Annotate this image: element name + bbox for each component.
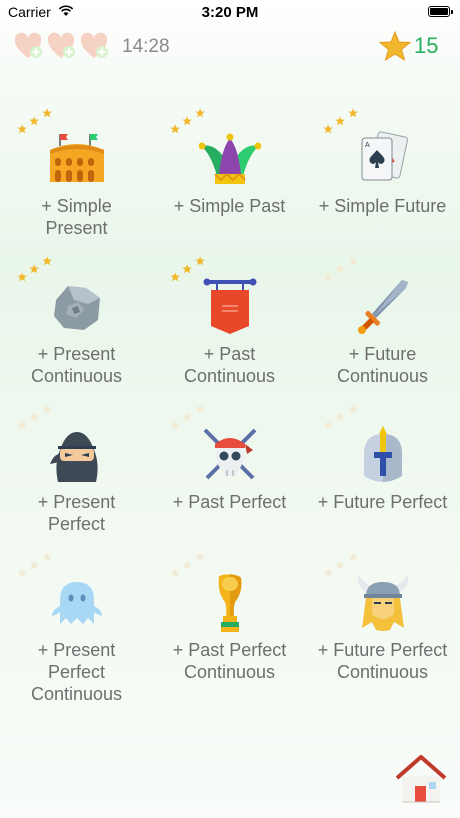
ninja-icon [50, 432, 98, 482]
lesson-present-continuous[interactable]: + Present Continuous [0, 248, 153, 396]
lesson-present-perfect[interactable]: + Present Perfect [0, 396, 153, 544]
heart-add-icon[interactable] [14, 32, 44, 60]
lesson-label: + Past Continuous [183, 344, 276, 386]
heart-add-icon[interactable] [47, 32, 77, 60]
countdown-timer: 14:28 [122, 36, 170, 57]
jester-hat-icon [199, 133, 261, 184]
lesson-present-perfect-continuous[interactable]: + Present Perfect Continuous [0, 544, 153, 704]
lesson-label: + Future Perfect [317, 492, 448, 512]
trophy-cup-icon [218, 574, 242, 632]
lesson-future-continuous[interactable]: + Future Continuous [306, 248, 459, 396]
status-bar: Carrier 3:20 PM [0, 0, 460, 24]
lesson-simple-past[interactable]: + Simple Past [153, 100, 306, 248]
knight-helmet-icon [364, 426, 402, 482]
lesson-past-perfect[interactable]: + Past Perfect [153, 396, 306, 544]
svg-text:A: A [365, 142, 370, 149]
lesson-label: + Present Perfect Continuous [30, 640, 123, 704]
game-hud: 14:28 15 [0, 30, 460, 62]
lesson-label: + Simple Future [318, 196, 447, 216]
lesson-future-perfect[interactable]: + Future Perfect [306, 396, 459, 544]
home-button-icon[interactable] [396, 754, 446, 804]
ghost-icon [52, 582, 102, 624]
lesson-label: + Present Perfect [37, 492, 116, 534]
lesson-label: + Past Perfect [172, 492, 287, 512]
lesson-past-continuous[interactable]: + Past Continuous [153, 248, 306, 396]
playing-cards-icon: A [361, 131, 408, 181]
star-score: 15 [414, 33, 439, 58]
colosseum-icon [50, 134, 104, 182]
lesson-label: + Future Continuous [336, 344, 429, 386]
lesson-label: + Past Perfect Continuous [172, 640, 287, 682]
pirate-skull-icon [203, 428, 257, 480]
lesson-label: + Simple Past [173, 196, 286, 216]
battery-icon [428, 6, 453, 17]
star-icon [379, 31, 411, 61]
rock-icon [54, 286, 100, 330]
viking-helmet-icon [357, 574, 409, 631]
lesson-future-perfect-continuous[interactable]: + Future Perfect Continuous [306, 544, 459, 692]
lesson-label: + Future Perfect Continuous [317, 640, 448, 682]
heart-add-icon[interactable] [80, 32, 110, 60]
status-time: 3:20 PM [201, 4, 259, 21]
lesson-simple-present[interactable]: + Simple Present [0, 100, 153, 248]
lesson-past-perfect-continuous[interactable]: + Past Perfect Continuous [153, 544, 306, 692]
sword-icon [358, 280, 408, 334]
lesson-simple-future[interactable]: A + Simple Future [306, 100, 459, 248]
banner-icon [203, 278, 257, 334]
lesson-label: + Simple Present [41, 196, 112, 238]
lesson-label: + Present Continuous [30, 344, 123, 386]
